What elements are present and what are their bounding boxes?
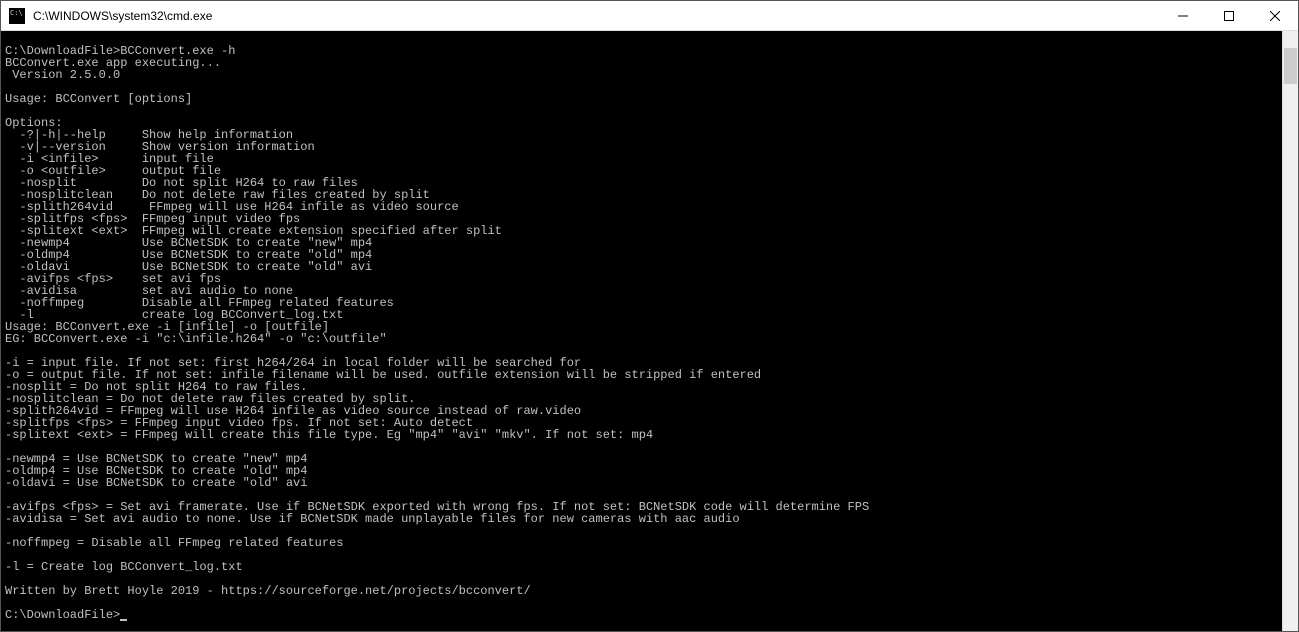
scrollbar-thumb[interactable] [1284, 48, 1297, 84]
titlebar[interactable]: C:\WINDOWS\system32\cmd.exe [1, 1, 1298, 31]
maximize-icon [1224, 11, 1234, 21]
cmd-icon [9, 8, 25, 24]
terminal-container: C:\DownloadFile>BCConvert.exe -h BCConve… [1, 31, 1298, 631]
window-title: C:\WINDOWS\system32\cmd.exe [33, 9, 1160, 23]
vertical-scrollbar[interactable] [1282, 31, 1298, 631]
maximize-button[interactable] [1206, 1, 1252, 30]
close-icon [1270, 11, 1280, 21]
minimize-icon [1178, 11, 1188, 21]
cmd-window: C:\WINDOWS\system32\cmd.exe C:\DownloadF… [0, 0, 1299, 632]
terminal-output[interactable]: C:\DownloadFile>BCConvert.exe -h BCConve… [1, 31, 1282, 631]
window-controls [1160, 1, 1298, 30]
minimize-button[interactable] [1160, 1, 1206, 30]
close-button[interactable] [1252, 1, 1298, 30]
terminal-cursor [120, 619, 127, 621]
